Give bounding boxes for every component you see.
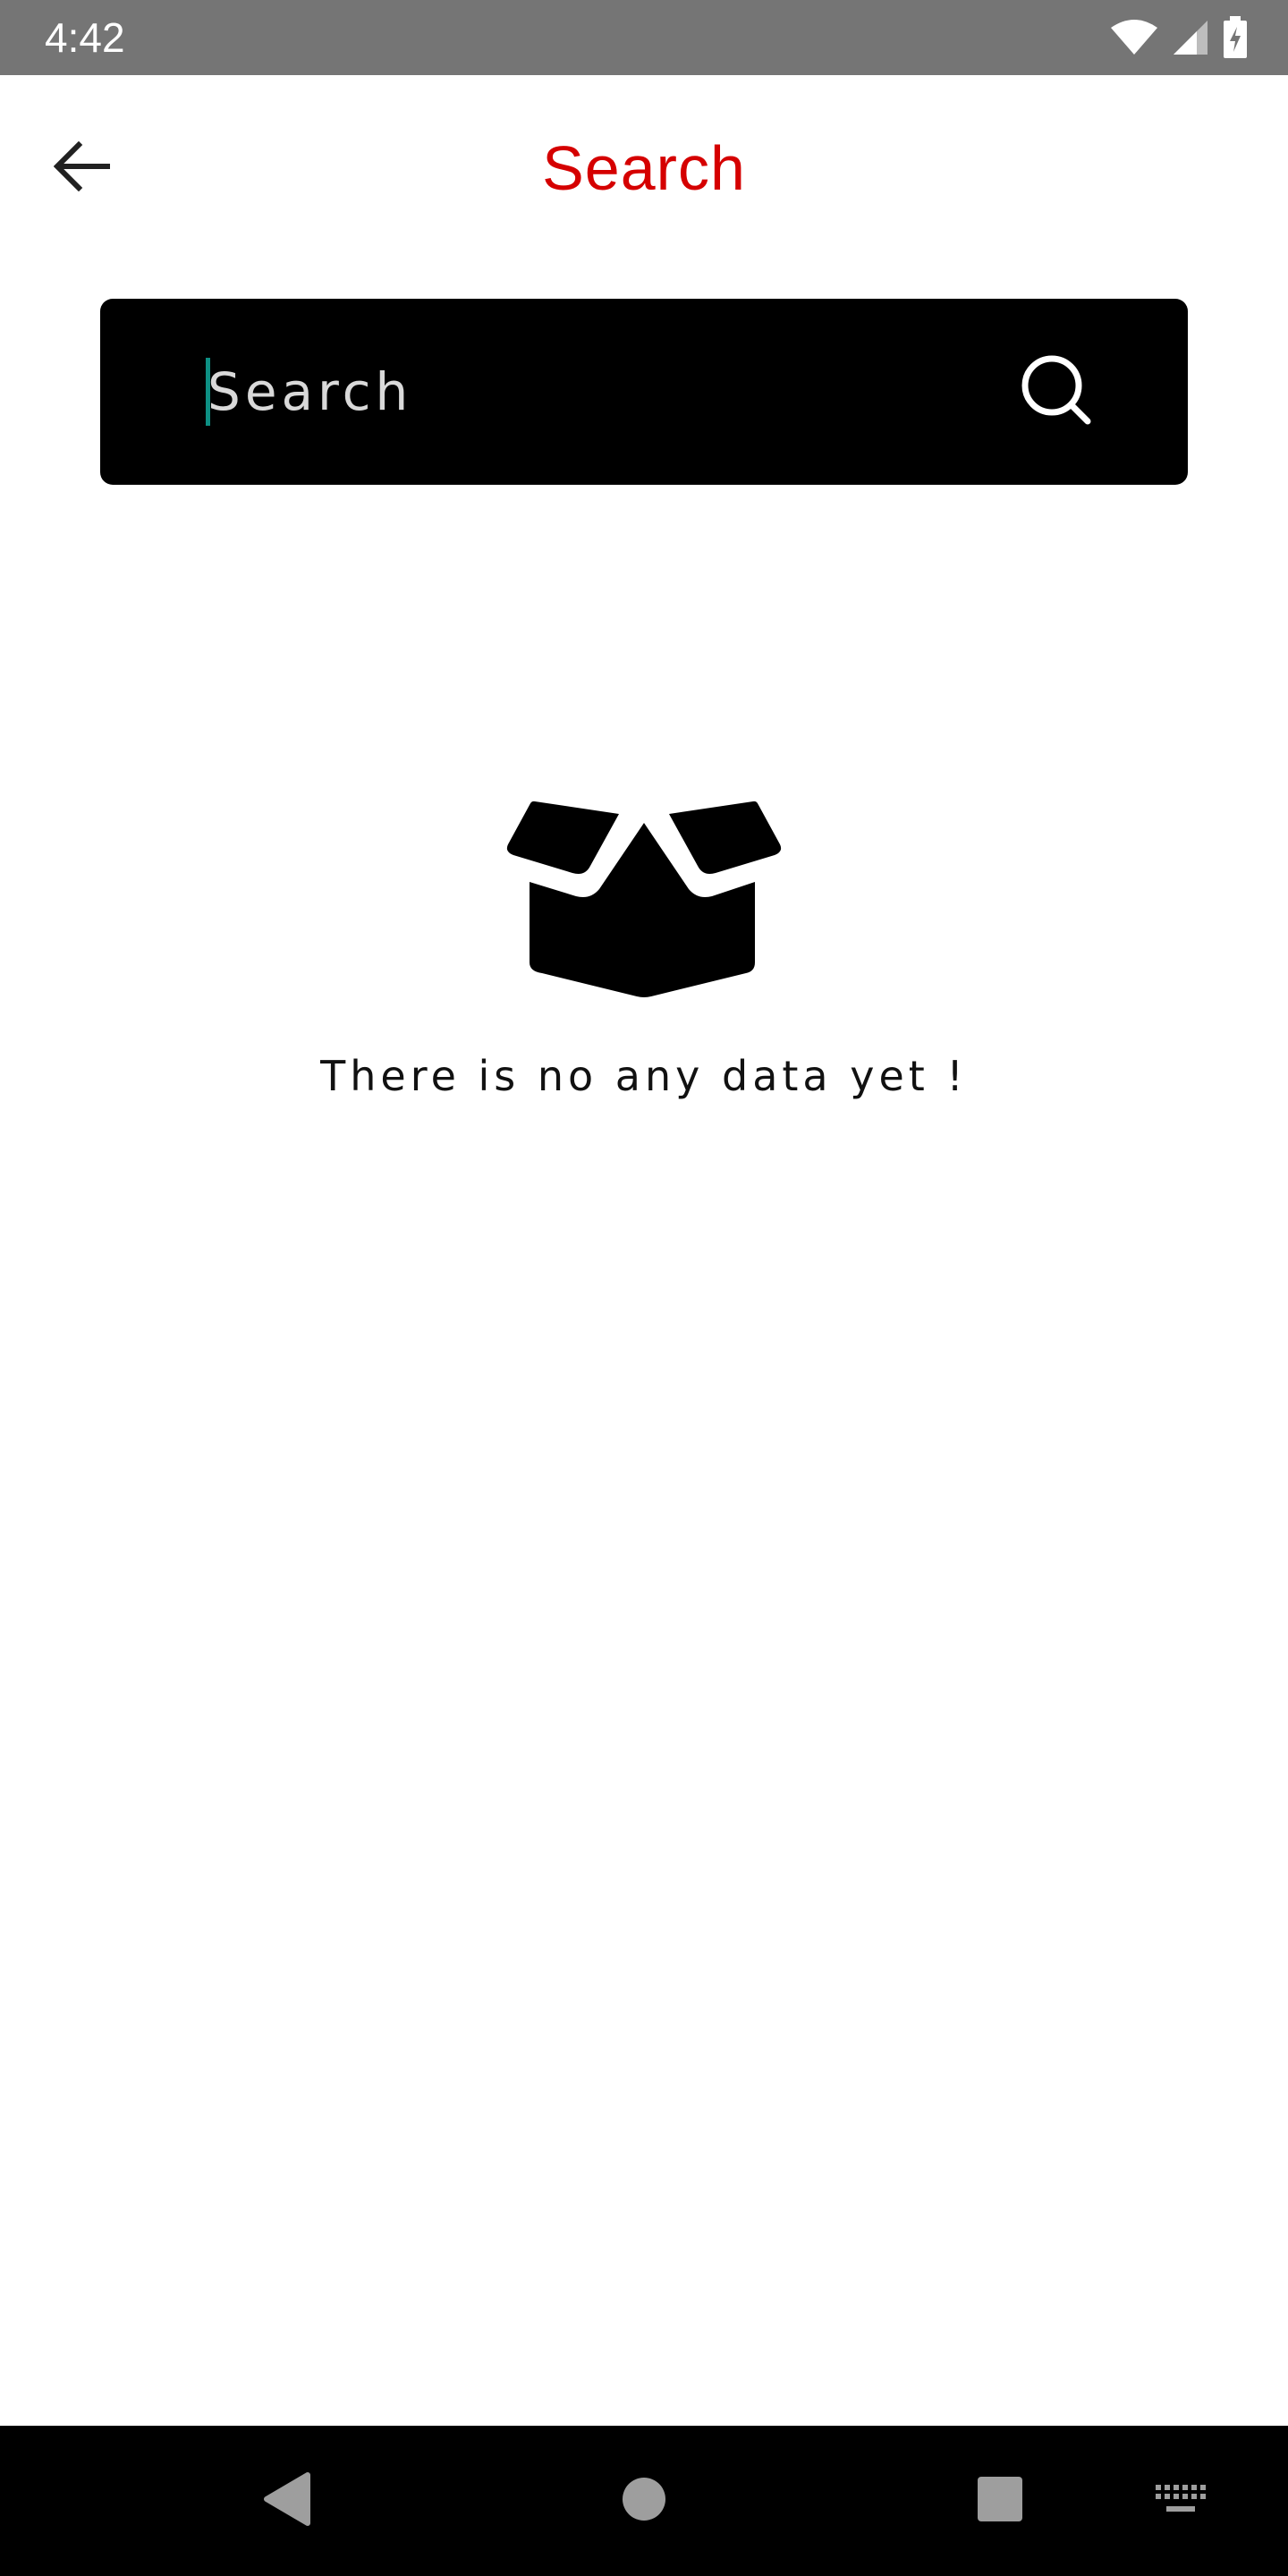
app-bar: Search: [0, 75, 1288, 254]
search-icon: [1020, 353, 1095, 433]
status-time: 4:42: [45, 14, 125, 61]
empty-state-message: There is no any data yet !: [320, 1052, 968, 1100]
nav-back-icon: [261, 2471, 311, 2531]
search-input[interactable]: [208, 347, 977, 436]
battery-charging-icon: [1222, 16, 1249, 59]
nav-back-button[interactable]: [242, 2426, 331, 2576]
nav-recents-icon: [976, 2475, 1024, 2528]
search-button[interactable]: [1014, 352, 1100, 433]
keyboard-icon: [1154, 2483, 1208, 2520]
keyboard-switch-button[interactable]: [1136, 2426, 1225, 2576]
status-bar: 4:42: [0, 0, 1288, 75]
search-screen: 4:42 Search Search There is no any data …: [0, 0, 1288, 2576]
wifi-icon: [1109, 19, 1159, 56]
open-box-icon: [501, 796, 787, 1002]
navigation-bar: [0, 2426, 1288, 2576]
page-title: Search: [542, 133, 746, 203]
cellular-signal-icon: [1172, 19, 1209, 56]
nav-home-button[interactable]: [599, 2426, 689, 2576]
nav-home-icon: [621, 2476, 667, 2527]
nav-recents-button[interactable]: [955, 2426, 1045, 2576]
status-icons: [1109, 14, 1249, 61]
